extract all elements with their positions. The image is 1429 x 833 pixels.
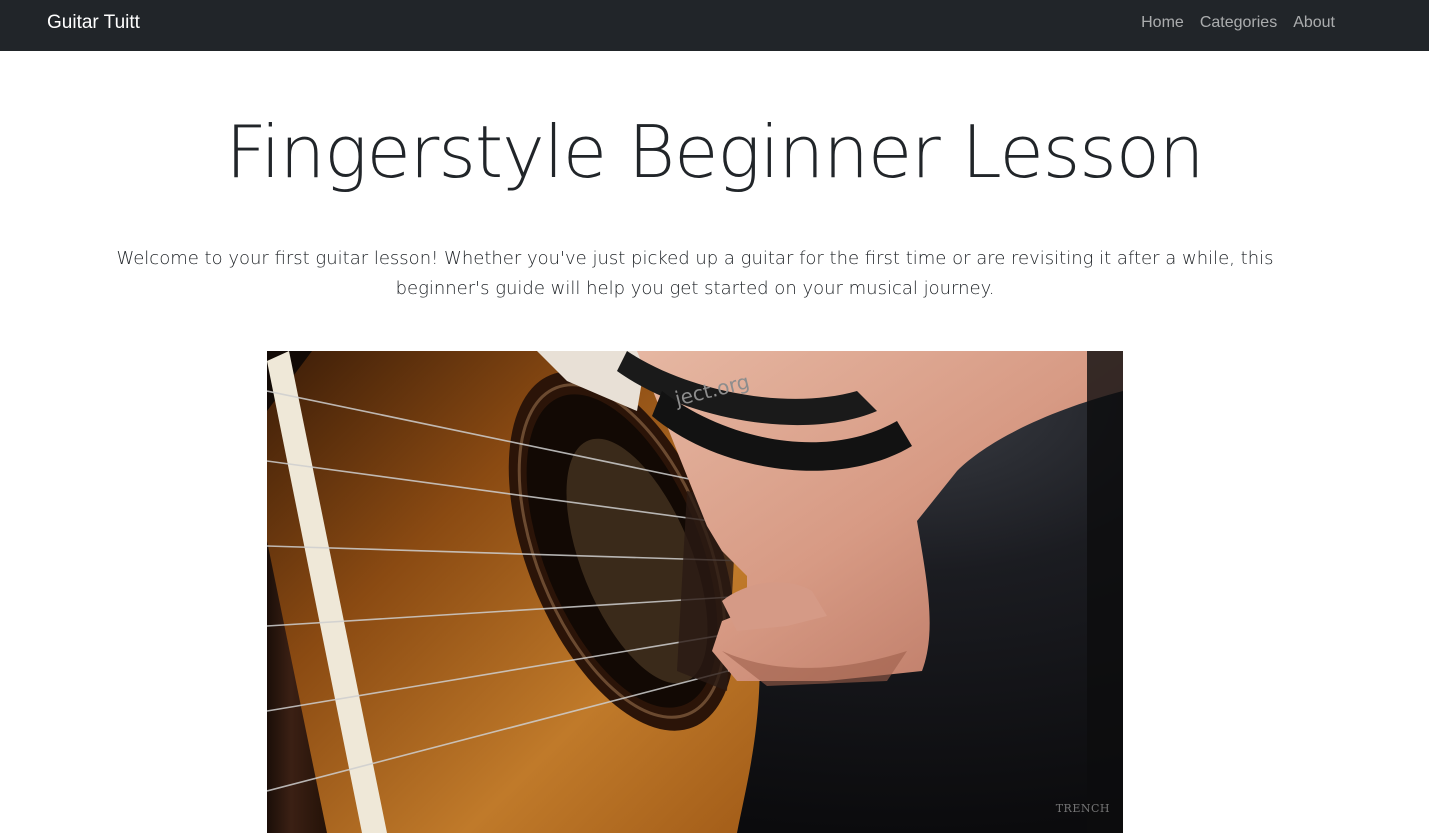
page-title: Fingerstyle Beginner Lesson — [225, 110, 1204, 194]
brand-link[interactable]: Guitar Tuitt — [47, 12, 140, 34]
nav-about-link[interactable]: About — [1293, 14, 1335, 32]
nav-home-link[interactable]: Home — [1141, 14, 1184, 32]
nav-links: Home Categories About — [1141, 14, 1335, 32]
lesson-hero-image: ject.org TRENCH — [267, 351, 1123, 833]
top-navbar: Guitar Tuitt Home Categories About — [0, 0, 1429, 51]
nav-categories-link[interactable]: Categories — [1200, 14, 1277, 32]
image-watermark: TRENCH — [1055, 802, 1110, 815]
intro-paragraph: Welcome to your first guitar lesson! Whe… — [116, 248, 1274, 299]
guitar-playing-illustration: ject.org — [267, 351, 1123, 833]
